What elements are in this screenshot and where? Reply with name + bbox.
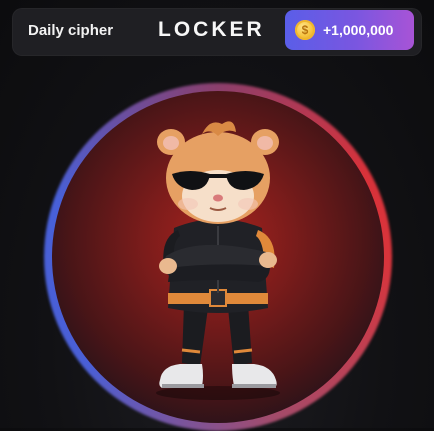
page-title: LOCKER bbox=[158, 18, 265, 41]
top-bar: Daily cipher LOCKER $ +1,000,000 bbox=[12, 8, 422, 56]
coin-icon: $ bbox=[295, 20, 315, 40]
reward-amount: +1,000,000 bbox=[323, 22, 394, 38]
daily-cipher-label[interactable]: Daily cipher bbox=[28, 22, 113, 39]
reward-button[interactable]: $ +1,000,000 bbox=[285, 10, 414, 50]
hamster-character-icon[interactable] bbox=[138, 118, 298, 403]
